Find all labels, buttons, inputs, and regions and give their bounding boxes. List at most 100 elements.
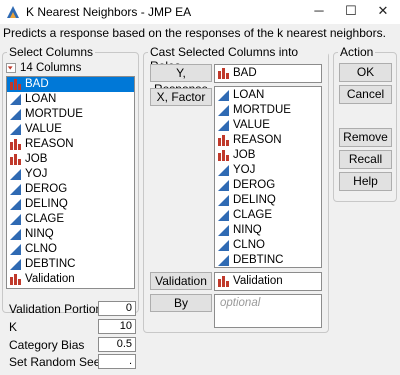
x-factor-item-label: CLNO	[233, 239, 265, 251]
column-item[interactable]: REASON	[7, 137, 134, 152]
column-item-label: DEROG	[25, 183, 68, 195]
close-button[interactable]: ✕	[368, 0, 398, 24]
continuous-icon	[218, 225, 229, 236]
x-factor-item-label: CLAGE	[233, 209, 272, 221]
help-button[interactable]: Help	[339, 172, 392, 191]
nominal-icon	[218, 68, 229, 79]
columns-count-header: 14 Columns	[6, 62, 81, 74]
validation-button[interactable]: Validation	[150, 272, 212, 290]
maximize-button[interactable]: ☐	[336, 0, 366, 24]
action-title: Action	[338, 45, 376, 59]
random-seed-input[interactable]: .	[98, 354, 136, 369]
remove-button[interactable]: Remove	[339, 128, 392, 147]
continuous-icon	[10, 259, 21, 270]
x-factor-item-label: REASON	[233, 134, 282, 146]
x-factor-item[interactable]: JOB	[215, 148, 321, 163]
k-label: K	[9, 320, 18, 334]
column-item[interactable]: DEBTINC	[7, 257, 134, 272]
column-item-label: Validation	[25, 273, 75, 285]
validation-portion-input[interactable]: 0	[98, 301, 136, 316]
validation-field[interactable]: Validation	[214, 272, 322, 291]
x-factor-item[interactable]: DEROG	[215, 178, 321, 193]
jmp-app-icon	[7, 6, 19, 18]
validation-value: Validation	[233, 275, 283, 287]
continuous-icon	[10, 214, 21, 225]
x-factor-item[interactable]: DELINQ	[215, 193, 321, 208]
column-item[interactable]: CLNO	[7, 242, 134, 257]
k-input[interactable]: 10	[98, 319, 136, 334]
continuous-icon	[10, 229, 21, 240]
x-factor-item[interactable]: MORTDUE	[215, 103, 321, 118]
column-item[interactable]: YOJ	[7, 167, 134, 182]
x-factor-button[interactable]: X, Factor	[150, 88, 212, 106]
x-factor-listbox[interactable]: LOAN MORTDUE VALUE REASON JOB YOJ DEROG DELINQ C…	[214, 86, 322, 268]
columns-listbox[interactable]: BAD LOAN MORTDUE VALUE REASON JOB YOJ DEROG DELI…	[6, 76, 135, 289]
column-item-label: REASON	[25, 138, 74, 150]
window-title: K Nearest Neighbors - JMP EA	[26, 5, 192, 19]
columns-count-label: 14 Columns	[20, 62, 82, 74]
column-item[interactable]: CLAGE	[7, 212, 134, 227]
column-item[interactable]: Validation	[7, 272, 134, 287]
cancel-button[interactable]: Cancel	[339, 85, 392, 104]
column-item-label: VALUE	[25, 123, 62, 135]
x-factor-item[interactable]: DEBTINC	[215, 253, 321, 268]
column-item[interactable]: DELINQ	[7, 197, 134, 212]
recall-button[interactable]: Recall	[339, 150, 392, 169]
y-response-button[interactable]: Y, Response	[150, 64, 212, 96]
x-factor-item[interactable]: YOJ	[215, 163, 321, 178]
nominal-icon	[10, 79, 21, 90]
column-item[interactable]: BAD	[7, 77, 134, 92]
continuous-icon	[10, 109, 21, 120]
column-item-label: MORTDUE	[25, 108, 83, 120]
continuous-icon	[10, 184, 21, 195]
x-factor-item-label: JOB	[233, 149, 256, 161]
x-factor-item-label: NINQ	[233, 224, 262, 236]
nominal-icon	[10, 139, 21, 150]
ok-button[interactable]: OK	[339, 63, 392, 82]
minimize-button[interactable]: ─	[304, 0, 334, 24]
column-item[interactable]: VALUE	[7, 122, 134, 137]
column-item[interactable]: DEROG	[7, 182, 134, 197]
y-response-item: BAD	[215, 65, 321, 82]
continuous-icon	[218, 90, 229, 101]
x-factor-item-label: MORTDUE	[233, 104, 291, 116]
column-item-label: CLNO	[25, 243, 57, 255]
x-factor-item[interactable]: LOAN	[215, 88, 321, 103]
column-item[interactable]: MORTDUE	[7, 107, 134, 122]
validation-item: Validation	[215, 273, 321, 290]
category-bias-label: Category Bias	[9, 338, 85, 352]
x-factor-item[interactable]: NINQ	[215, 223, 321, 238]
continuous-icon	[218, 210, 229, 221]
dropdown-triangle-icon[interactable]	[6, 63, 16, 73]
column-item[interactable]: JOB	[7, 152, 134, 167]
dialog-body: Predicts a response based on the respons…	[0, 24, 400, 375]
continuous-icon	[218, 195, 229, 206]
nominal-icon	[218, 276, 229, 287]
nominal-icon	[10, 274, 21, 285]
category-bias-input[interactable]: 0.5	[98, 337, 136, 352]
y-response-value: BAD	[233, 67, 257, 79]
continuous-icon	[10, 94, 21, 105]
continuous-icon	[218, 180, 229, 191]
continuous-icon	[10, 199, 21, 210]
by-placeholder: optional	[220, 297, 261, 309]
x-factor-item[interactable]: CLNO	[215, 238, 321, 253]
by-field[interactable]: optional	[214, 294, 322, 328]
continuous-icon	[218, 165, 229, 176]
by-button[interactable]: By	[150, 294, 212, 312]
x-factor-item[interactable]: VALUE	[215, 118, 321, 133]
column-item[interactable]: LOAN	[7, 92, 134, 107]
x-factor-item-label: VALUE	[233, 119, 270, 131]
column-item[interactable]: NINQ	[7, 227, 134, 242]
x-factor-item[interactable]: REASON	[215, 133, 321, 148]
continuous-icon	[10, 244, 21, 255]
column-item-label: DELINQ	[25, 198, 68, 210]
validation-portion-label: Validation Portion	[9, 302, 103, 316]
continuous-icon	[10, 169, 21, 180]
column-item-label: CLAGE	[25, 213, 64, 225]
column-item-label: LOAN	[25, 93, 57, 105]
nominal-icon	[218, 150, 229, 161]
column-item-label: NINQ	[25, 228, 54, 240]
x-factor-item[interactable]: CLAGE	[215, 208, 321, 223]
y-response-field[interactable]: BAD	[214, 64, 322, 83]
